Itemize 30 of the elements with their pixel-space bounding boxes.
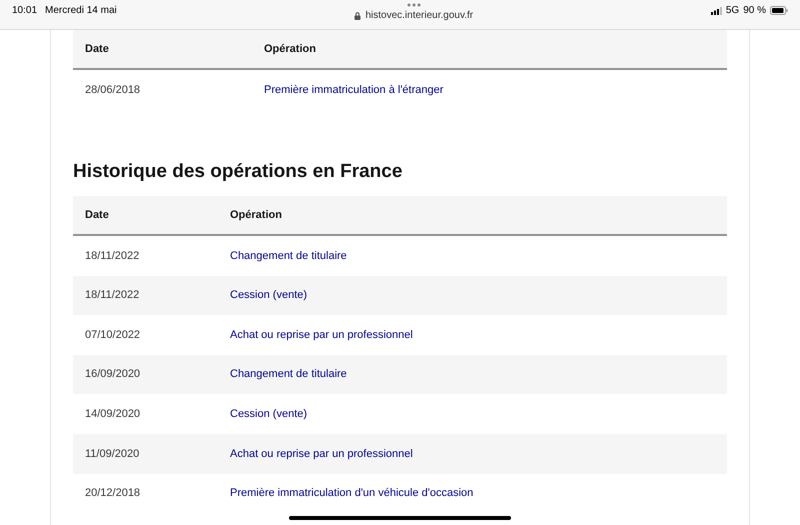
table-cell-text: 07/10/2022 xyxy=(84,328,142,343)
operation-link[interactable]: Première immatriculation à l'étranger xyxy=(264,82,444,98)
table-cell-text: 18/11/2022 xyxy=(84,248,140,264)
more-icon[interactable] xyxy=(406,3,421,7)
table-cell-text: 18/11/2022 xyxy=(84,288,140,304)
status-date: Mercredi 14 mai xyxy=(45,4,117,18)
signal-icon xyxy=(710,6,722,14)
column-header: Opération xyxy=(264,42,316,57)
operation-link[interactable]: Changement de titulaire xyxy=(230,248,347,264)
battery-icon xyxy=(770,6,788,15)
lock-icon xyxy=(354,12,362,20)
section-title: Historique des opérations en France xyxy=(73,160,404,184)
table-cell-text: 11/09/2020 xyxy=(84,446,140,462)
url-text[interactable]: histovec.interieur.gouv.fr xyxy=(365,8,474,23)
column-header: Date xyxy=(84,208,110,223)
table-cell-text: 16/09/2020 xyxy=(84,367,142,382)
column-header: Opération xyxy=(230,208,282,223)
operation-link[interactable]: Première immatriculation d'un véhicule d'occasion xyxy=(230,485,474,502)
column-header: Date xyxy=(84,42,110,57)
operation-link[interactable]: Achat ou reprise par un professionnel xyxy=(230,326,413,344)
table-cell-text: 28/06/2018 xyxy=(84,82,142,98)
table-cell-text: 14/09/2020 xyxy=(84,406,142,422)
status-time: 10:01 xyxy=(12,4,38,18)
battery-percent: 90 % xyxy=(743,4,766,18)
operation-link[interactable]: Cession (vente) xyxy=(230,287,308,304)
operation-link[interactable]: Achat ou reprise par un professionnel xyxy=(230,446,413,462)
network-label: 5G xyxy=(726,4,740,18)
table-cell-text: 20/12/2018 xyxy=(84,486,142,502)
operation-link[interactable]: Cession (vente) xyxy=(230,406,308,422)
operation-link[interactable]: Changement de titulaire xyxy=(230,366,347,383)
